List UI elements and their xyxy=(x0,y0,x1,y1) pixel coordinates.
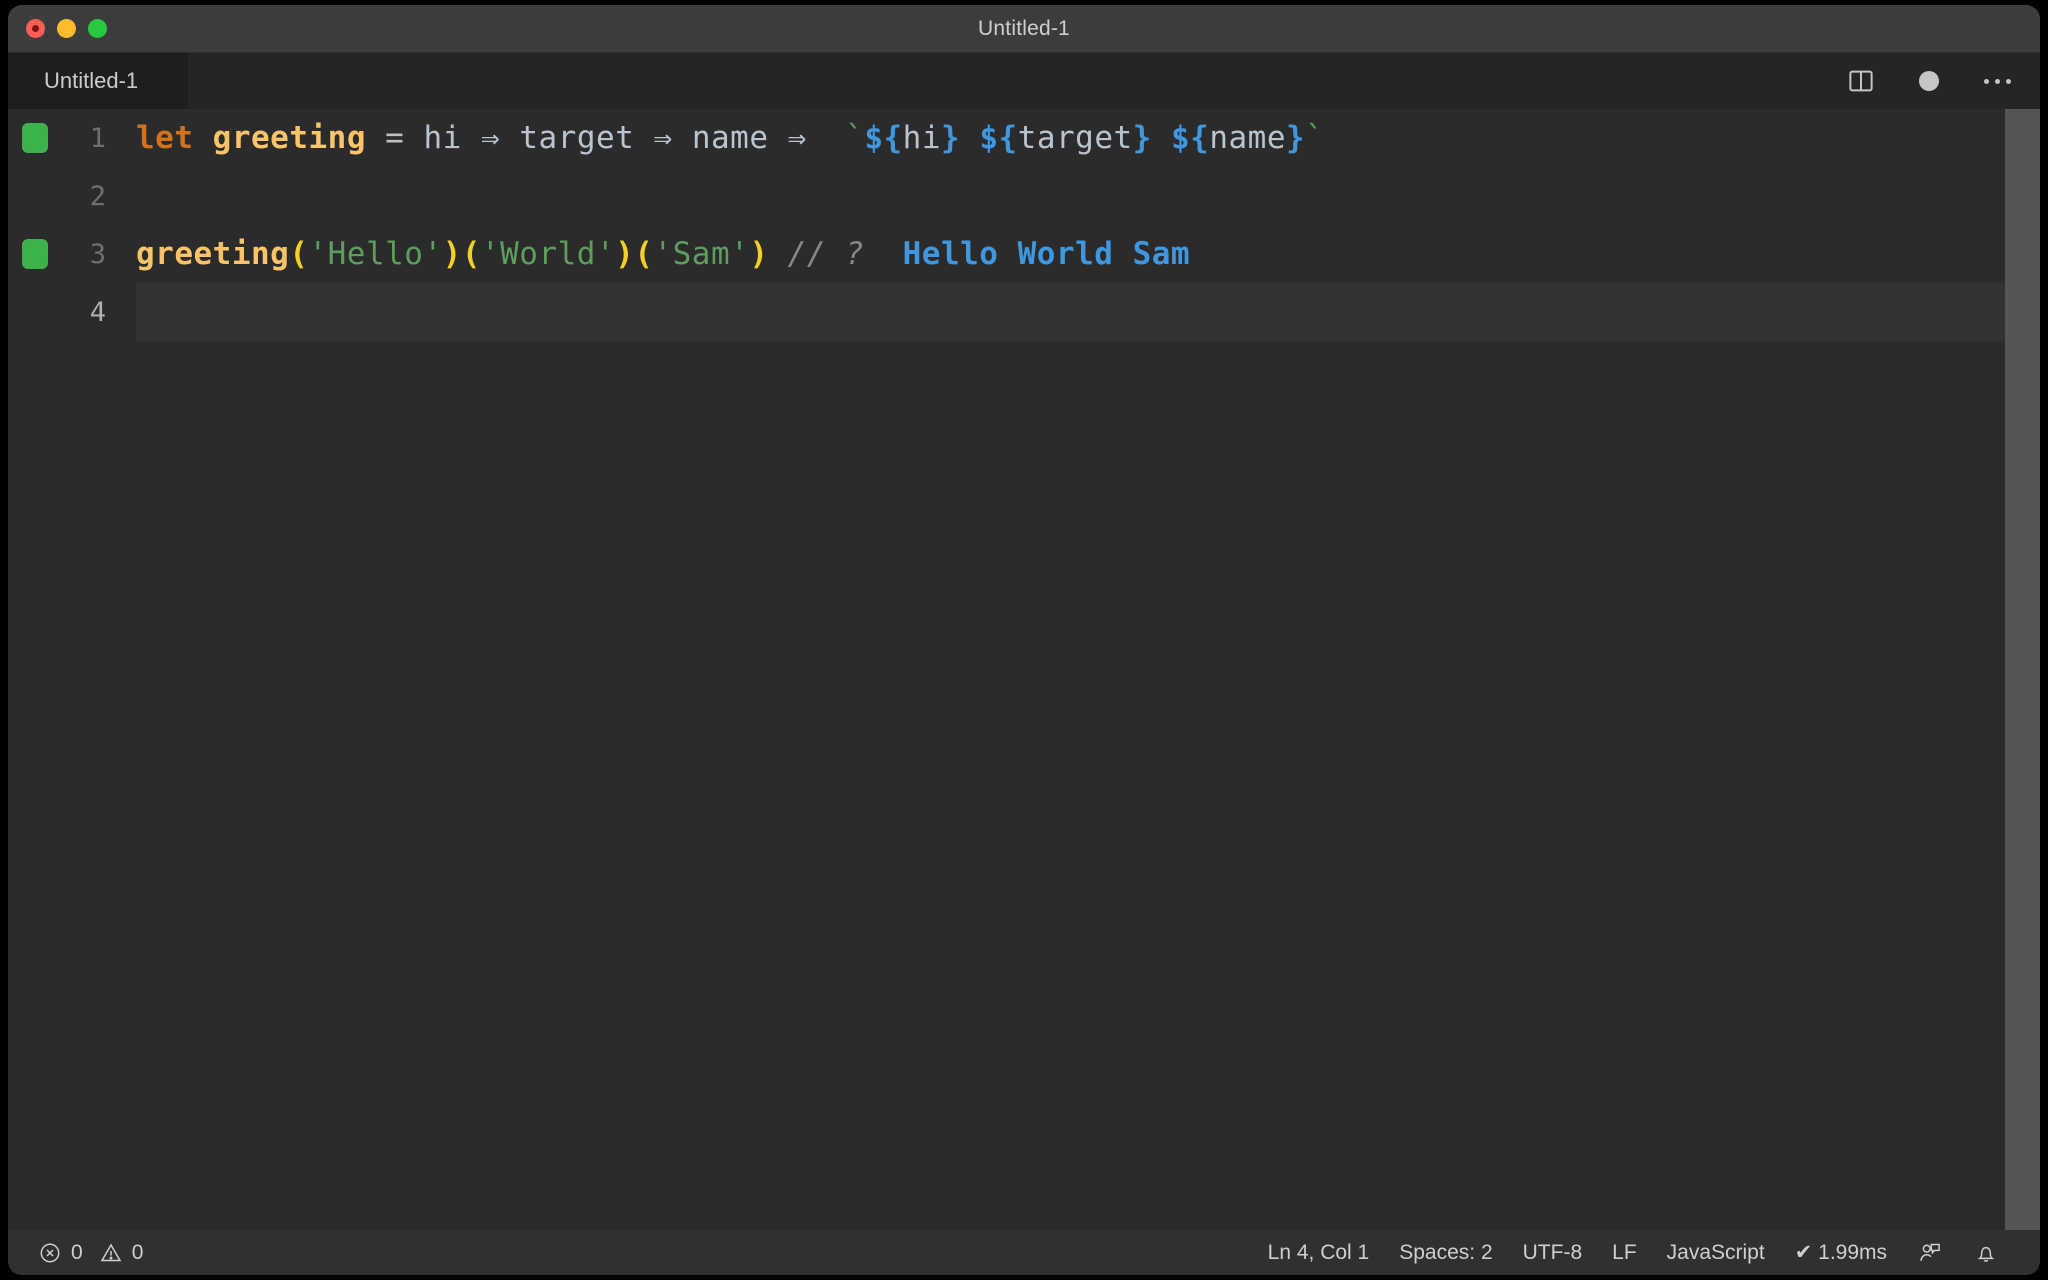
ellipsis-dot xyxy=(2005,78,2011,84)
warning-triangle-icon xyxy=(100,1243,121,1261)
code-token: hi xyxy=(423,120,462,156)
split-editor-icon[interactable] xyxy=(1846,66,1876,96)
code-token: hi xyxy=(902,120,941,156)
code-token: } xyxy=(1285,120,1306,156)
eol[interactable]: LF xyxy=(1597,1230,1652,1275)
error-count-value: 0 xyxy=(71,1240,83,1264)
code-line[interactable]: 1 let greeting = hi ⇒ target ⇒ name ⇒ ` ${… xyxy=(8,109,2005,167)
code-token: ` xyxy=(845,120,865,156)
window-title: Untitled-1 xyxy=(978,16,1070,40)
code-token: let xyxy=(136,120,194,156)
code-token: ( xyxy=(289,236,309,272)
live-share-button[interactable] xyxy=(1902,1230,1958,1275)
minimize-window-button[interactable] xyxy=(57,19,76,38)
code-token: = xyxy=(385,120,405,156)
code-token: ${ xyxy=(979,120,1018,156)
quokka-time[interactable]: ✔ 1.99ms xyxy=(1780,1230,1902,1275)
code-token: // ? xyxy=(787,236,865,272)
close-window-button[interactable] xyxy=(26,19,45,38)
editor-scrollbar[interactable] xyxy=(2005,109,2040,1230)
code-token: greeting xyxy=(212,120,366,156)
code-token: ) xyxy=(615,236,635,272)
quokka-ok-marker xyxy=(22,123,48,153)
unsaved-dot-icon[interactable] xyxy=(1914,66,1944,96)
code-token: target xyxy=(1017,120,1133,156)
code-token: target xyxy=(519,120,635,156)
code-lines[interactable]: 1 let greeting = hi ⇒ target ⇒ name ⇒ ` ${… xyxy=(8,109,2005,1230)
tab-untitled-1[interactable]: Untitled-1 xyxy=(8,53,188,109)
error-circle-icon xyxy=(40,1243,60,1262)
code-token: ` xyxy=(1305,120,1325,156)
tab-label: Untitled-1 xyxy=(44,68,139,93)
code-line-text: let greeting = hi ⇒ target ⇒ name ⇒ ` ${h… xyxy=(136,109,2005,167)
window-titlebar: Untitled-1 xyxy=(8,5,2040,53)
code-token: Hello World Sam xyxy=(902,236,1191,272)
code-token: 'World' xyxy=(480,236,616,272)
code-line-text: greeting('Hello')('World')('Sam') // ? H… xyxy=(136,225,2005,283)
warning-count[interactable]: 0 xyxy=(99,1230,160,1275)
cursor-position[interactable]: Ln 4, Col 1 xyxy=(1253,1230,1385,1275)
ellipsis-dot xyxy=(1983,78,1989,84)
code-token: greeting xyxy=(136,236,290,272)
line-number: 4 xyxy=(89,296,106,328)
error-count[interactable]: 0 xyxy=(38,1230,99,1275)
language-mode[interactable]: JavaScript xyxy=(1652,1230,1780,1275)
code-line[interactable]: 2 xyxy=(8,167,2005,225)
code-token: } xyxy=(941,120,961,156)
encoding[interactable]: UTF-8 xyxy=(1508,1230,1598,1275)
code-token: 'Sam' xyxy=(653,236,750,272)
code-token: ⇒ xyxy=(653,120,673,156)
code-token: ${ xyxy=(864,120,903,156)
code-line[interactable]: 4 xyxy=(8,283,2005,341)
code-token: name xyxy=(1209,120,1286,156)
status-bar-right: Ln 4, Col 1 Spaces: 2 UTF-8 LF JavaScrip… xyxy=(1253,1230,2014,1275)
code-token: ( xyxy=(634,236,654,272)
code-editor[interactable]: 1 let greeting = hi ⇒ target ⇒ name ⇒ ` ${… xyxy=(8,109,2040,1230)
code-token: ⇒ xyxy=(787,120,807,156)
ellipsis-dot xyxy=(1994,78,2000,84)
editor-actions xyxy=(1822,53,2012,109)
status-bar: 0 0 Ln 4, Col 1 Spaces: 2 UTF-8 LF JavaS… xyxy=(8,1230,2040,1275)
status-bar-left: 0 0 xyxy=(38,1230,159,1275)
traffic-lights xyxy=(8,19,107,38)
code-token: 'Hello' xyxy=(308,236,443,272)
dirty-indicator xyxy=(1919,71,1939,91)
bell-icon xyxy=(1977,1246,1995,1262)
maximize-window-button[interactable] xyxy=(88,19,107,38)
line-number: 2 xyxy=(89,180,106,212)
more-actions-icon[interactable] xyxy=(1982,66,2012,96)
notifications-button[interactable] xyxy=(1958,1230,2014,1275)
warning-count-value: 0 xyxy=(131,1240,144,1264)
editor-tabbar: Untitled-1 xyxy=(8,53,2040,109)
code-token: name xyxy=(691,120,769,156)
quokka-ok-marker xyxy=(22,239,48,269)
code-token: ⇒ xyxy=(481,120,501,156)
code-token: ${ xyxy=(1171,120,1210,156)
code-token: ) xyxy=(749,236,769,272)
code-line-text xyxy=(136,283,2005,341)
code-token: ) xyxy=(442,236,462,272)
tabbar-empty-space xyxy=(188,53,2040,109)
indentation[interactable]: Spaces: 2 xyxy=(1384,1230,1507,1275)
code-line[interactable]: 3 greeting('Hello')('World')('Sam') // ? … xyxy=(8,225,2005,283)
live-share-icon xyxy=(1920,1243,1940,1261)
code-token: ( xyxy=(461,236,481,272)
code-token: } xyxy=(1132,120,1152,156)
editor-window: Untitled-1 Untitled-1 1 let greeting = h… xyxy=(8,5,2040,1275)
